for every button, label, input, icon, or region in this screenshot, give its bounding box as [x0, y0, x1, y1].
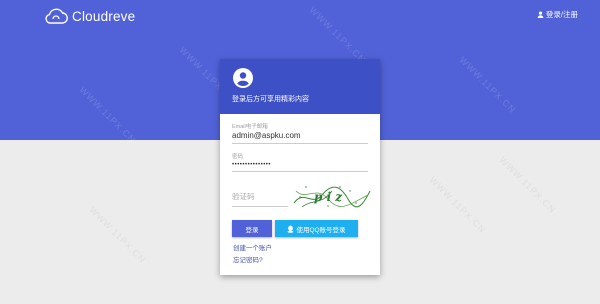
brand-logo[interactable]: Cloudreve: [44, 6, 135, 26]
login-register-label: 登录/注册: [545, 10, 578, 19]
user-icon: [537, 11, 544, 18]
create-account-link[interactable]: 创建一个账户: [233, 242, 272, 252]
login-button[interactable]: 登录: [232, 220, 272, 237]
brand-name: Cloudreve: [72, 8, 136, 24]
password-label: 密码: [232, 154, 244, 160]
login-card: 登录后方可享用精彩内容 Email电子邮箱 admin@aspku.com 密码…: [220, 59, 380, 275]
qq-icon: [287, 225, 294, 233]
watermark: WWW.11PX.CN: [497, 154, 558, 216]
qq-login-button[interactable]: 使用QQ账号登录: [275, 220, 358, 237]
email-field[interactable]: admin@aspku.com: [232, 131, 368, 144]
captcha-text: p i z: [314, 190, 343, 204]
qq-login-label: 使用QQ账号登录: [296, 226, 346, 234]
email-label: Email电子邮箱: [232, 124, 268, 130]
login-register-link[interactable]: 登录/注册: [537, 9, 578, 20]
captcha-input[interactable]: 验证码: [232, 191, 288, 207]
forgot-password-link[interactable]: 忘记密码?: [233, 254, 263, 264]
card-header: 登录后方可享用精彩内容: [220, 59, 380, 114]
password-field[interactable]: •••••••••••••••: [232, 162, 368, 172]
captcha-image[interactable]: p i z: [292, 181, 372, 209]
card-header-text: 登录后方可享用精彩内容: [232, 96, 309, 103]
account-circle-icon: [233, 68, 253, 88]
cloud-icon: [45, 8, 68, 24]
watermark: WWW.11PX.CN: [427, 174, 488, 236]
watermark: WWW.11PX.CN: [87, 204, 148, 266]
